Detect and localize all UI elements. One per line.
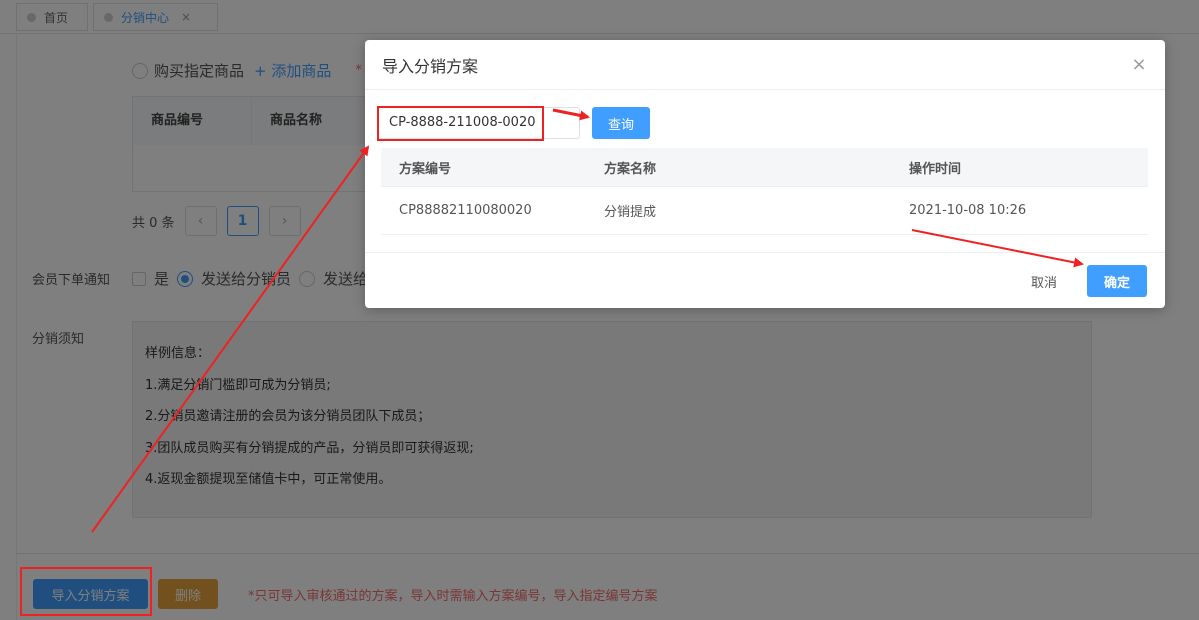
dialog-footer-divider [365,252,1165,253]
column-scheme-code: 方案编号 [399,161,452,177]
highlight-box-search [377,106,544,141]
cancel-button[interactable]: 取消 [1015,265,1073,297]
scheme-table-header: 方案编号 方案名称 操作时间 [381,148,1148,187]
dialog-header: 导入分销方案 × [365,40,1165,90]
dialog-title: 导入分销方案 [382,56,479,76]
query-button[interactable]: 查询 [592,107,650,139]
table-row[interactable]: CP88882110080020 分销提成 2021-10-08 10:26 [381,187,1148,235]
highlight-box-import [20,567,152,616]
column-scheme-name: 方案名称 [604,161,657,177]
column-operation-time: 操作时间 [909,161,962,177]
import-scheme-dialog: 导入分销方案 × CP-8888-211008-0020 查询 方案编号 方案名… [365,40,1165,308]
close-icon[interactable]: × [1129,55,1149,75]
operation-time-cell: 2021-10-08 10:26 [909,203,1027,218]
scheme-table: 方案编号 方案名称 操作时间 CP88882110080020 分销提成 202… [381,148,1148,235]
scheme-code-cell: CP88882110080020 [399,203,532,218]
scheme-name-cell: 分销提成 [604,205,657,220]
confirm-button[interactable]: 确定 [1087,265,1147,297]
